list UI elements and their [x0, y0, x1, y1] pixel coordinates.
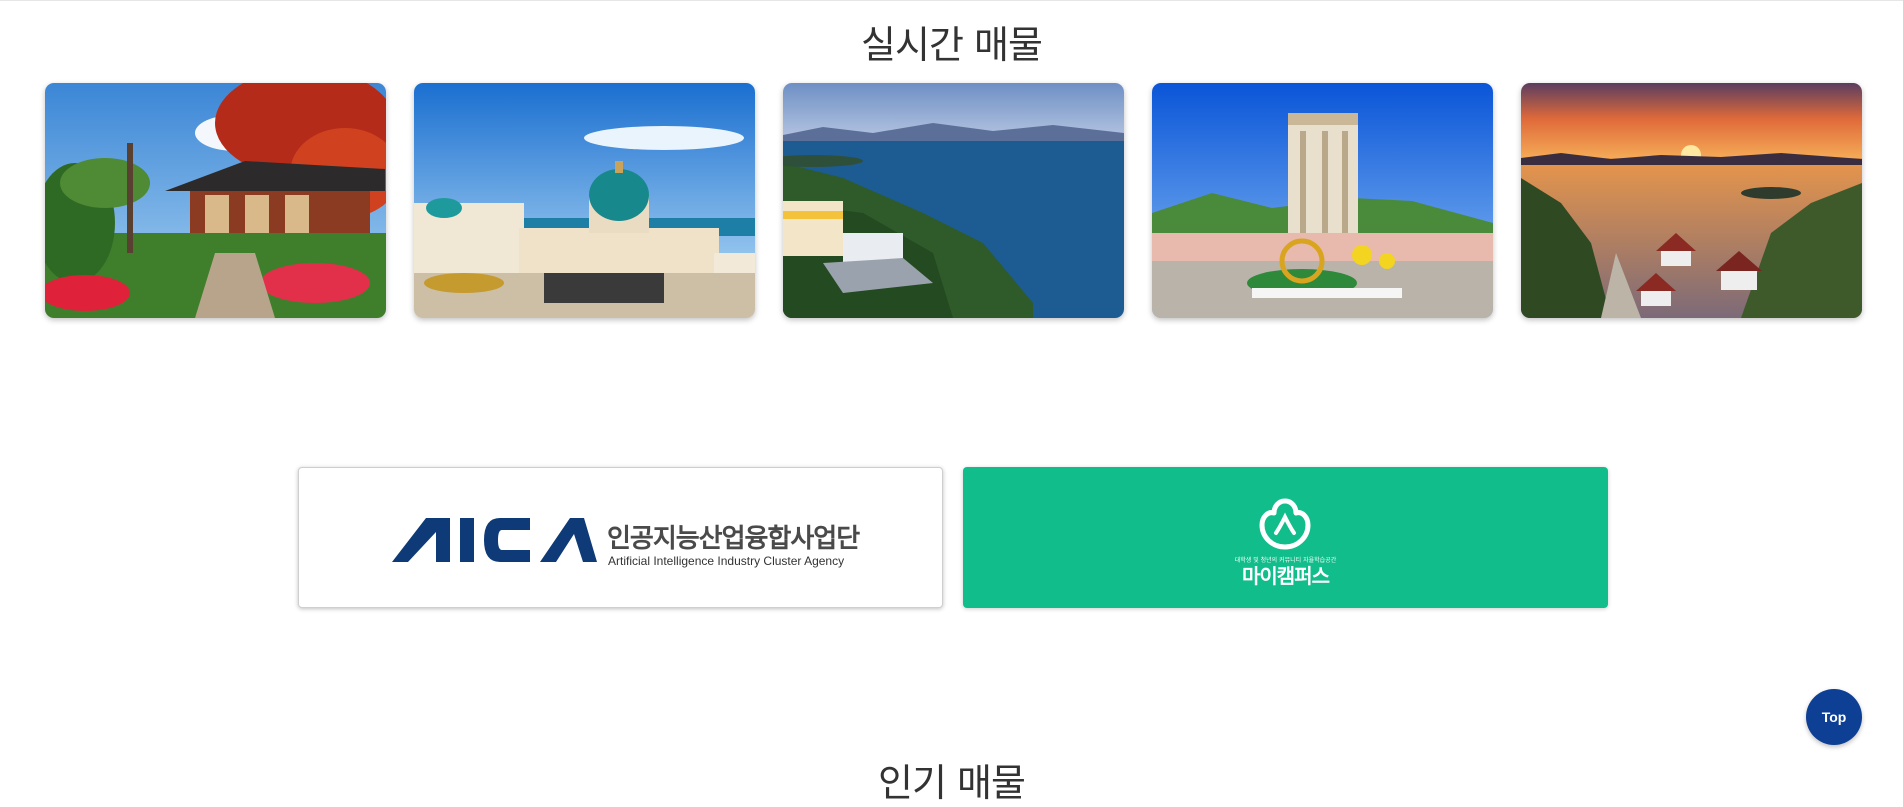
listing-photo: [414, 83, 755, 318]
listing-card[interactable]: [414, 83, 755, 318]
aica-name-korean: 인공지능산업융합사업단: [607, 523, 860, 553]
scroll-to-top-button[interactable]: Top: [1806, 689, 1862, 745]
aica-partner-banner[interactable]: 인공지능산업융합사업단 Artificial Intelligence Indu…: [298, 467, 943, 608]
listing-photo: [45, 83, 386, 318]
aica-name-english: Artificial Intelligence Industry Cluster…: [608, 554, 845, 568]
realtime-listings-title: 실시간 매물: [861, 23, 1043, 67]
sprout-hand-icon: [1259, 498, 1311, 550]
listing-card[interactable]: [45, 83, 386, 318]
top-divider: [0, 0, 1903, 1]
listing-photo: [783, 83, 1124, 318]
aica-logo: [392, 518, 597, 562]
listing-card[interactable]: [1152, 83, 1493, 318]
listing-photo: [1521, 83, 1862, 318]
listing-card[interactable]: [1521, 83, 1862, 318]
mycampus-name: 마이캠퍼스: [1242, 564, 1330, 588]
listing-photo: [1152, 83, 1493, 318]
listing-card[interactable]: [783, 83, 1124, 318]
mycampus-partner-banner[interactable]: 대학생 및 청년의 커뮤니티 자율학습공간 마이캠퍼스: [963, 467, 1608, 608]
